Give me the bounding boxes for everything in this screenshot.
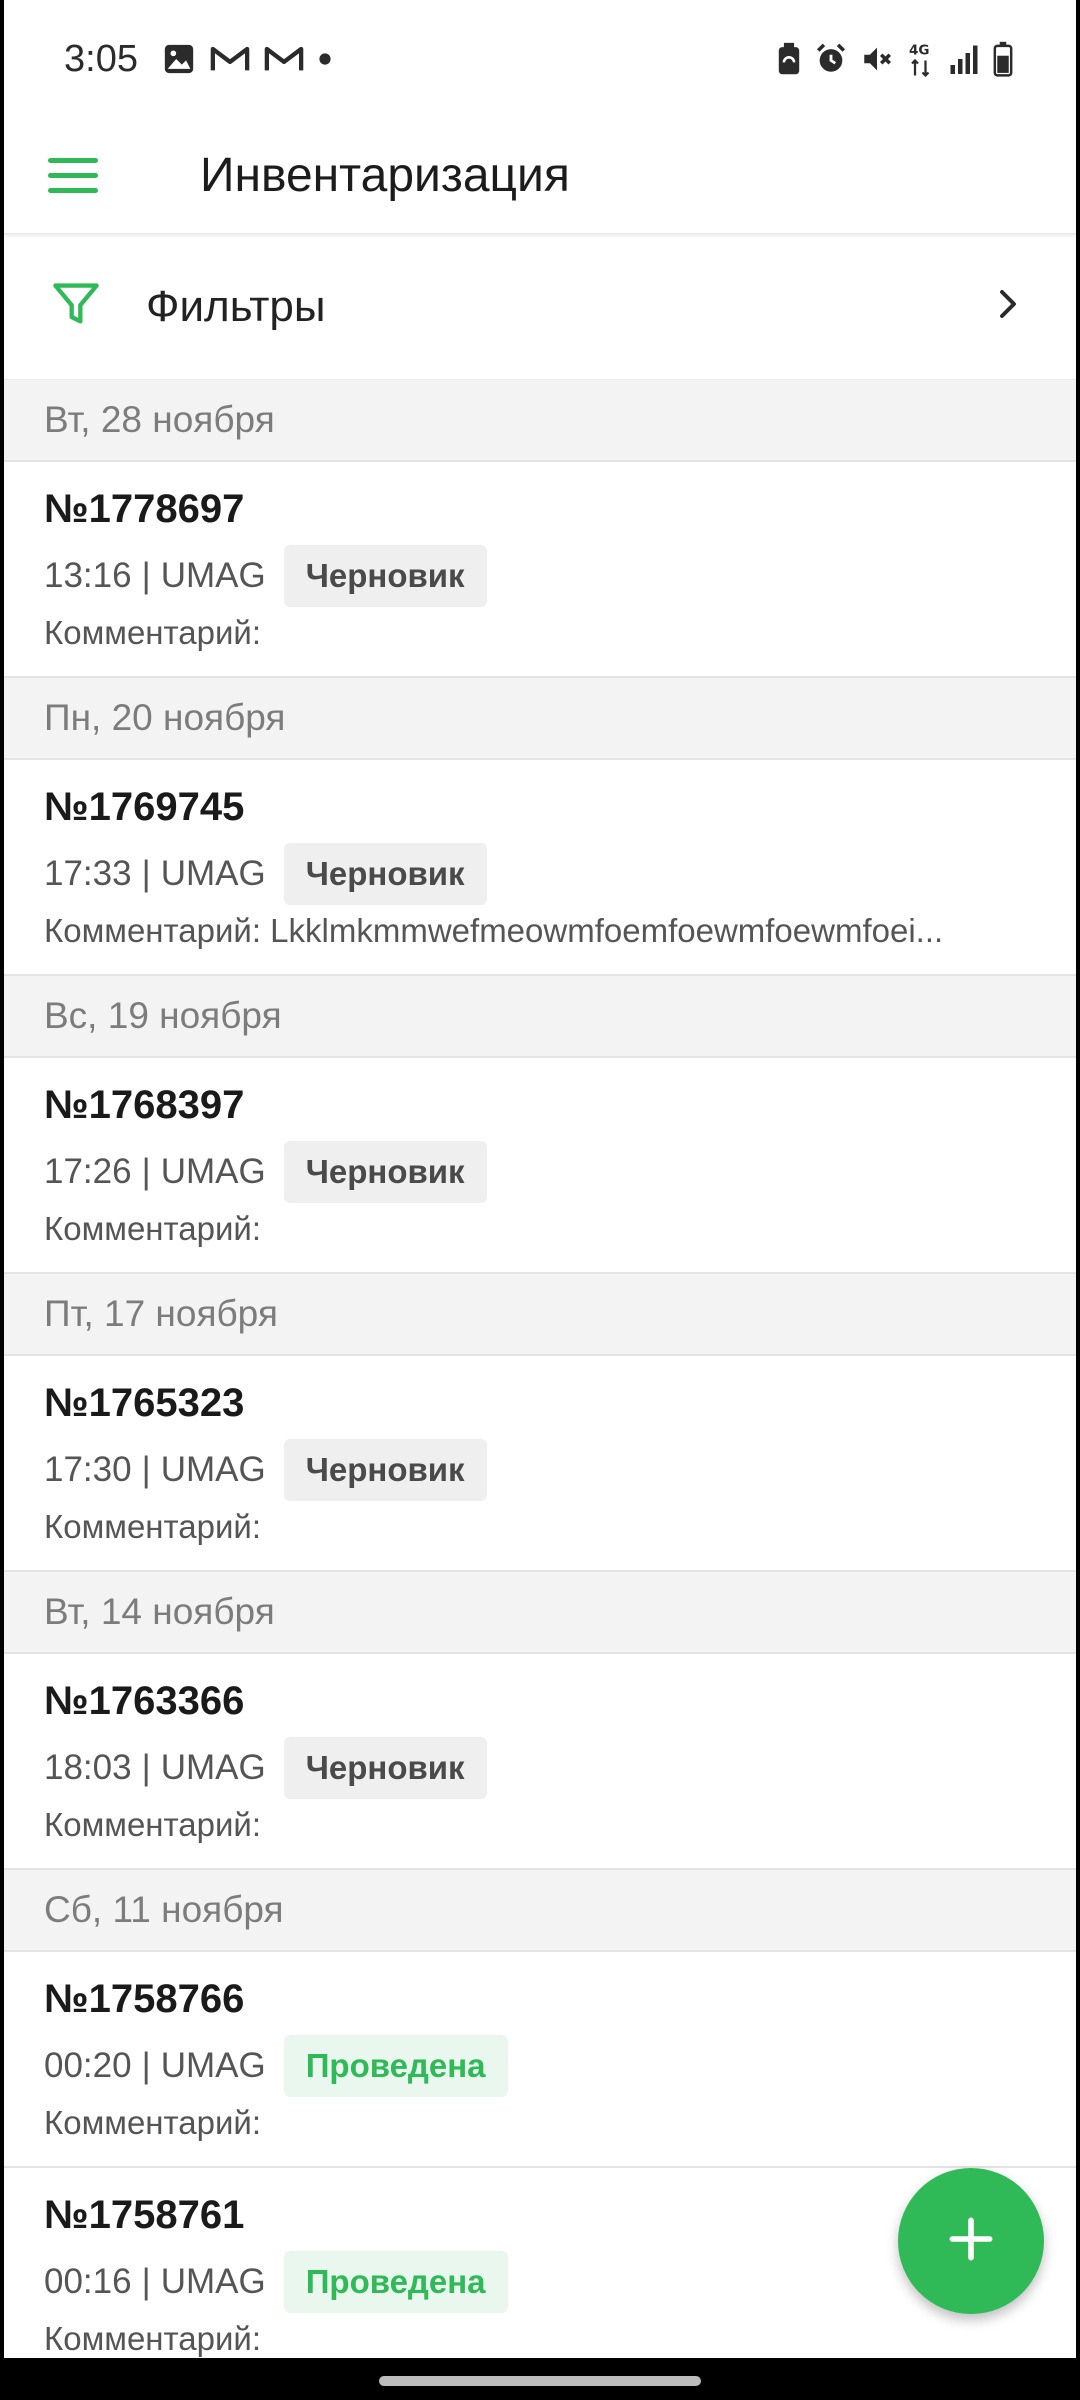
item-store: UMAG: [160, 854, 266, 893]
battery-saver-icon: [776, 42, 802, 76]
status-bar: 3:05 4G: [4, 0, 1076, 118]
item-number: №1758766: [44, 1977, 245, 2021]
item-meta: 17:26 | UMAG Черновик: [44, 1140, 1036, 1204]
item-comment: Комментарий:: [44, 1210, 262, 1247]
status-right: 4G: [764, 41, 1014, 77]
network-4g-icon: 4G: [906, 41, 936, 77]
battery-icon: [992, 41, 1014, 77]
item-comment: Комментарий:: [44, 2320, 262, 2357]
item-store: UMAG: [160, 2262, 266, 2301]
separator: |: [141, 2046, 151, 2085]
status-badge: Черновик: [283, 545, 487, 607]
status-badge: Черновик: [283, 1439, 487, 1501]
alarm-icon: [814, 42, 848, 76]
item-meta: 17:33 | UMAG Черновик: [44, 842, 1036, 906]
separator: |: [141, 556, 151, 595]
item-number: №1778697: [44, 487, 245, 531]
item-time: 00:16: [44, 2262, 132, 2301]
list-item[interactable]: №1763366 18:03 | UMAG Черновик Комментар…: [4, 1654, 1076, 1870]
chevron-right-icon: [990, 286, 1026, 327]
item-store: UMAG: [160, 1152, 266, 1191]
list-item[interactable]: №1778697 13:16 | UMAG Черновик Комментар…: [4, 462, 1076, 678]
item-comment: Комментарий: Lkklmkmmwefmeowmfoemfoewmfo…: [44, 912, 944, 949]
status-badge: Проведена: [283, 2251, 508, 2313]
item-meta: 13:16 | UMAG Черновик: [44, 544, 1036, 608]
item-meta: 00:16 | UMAG Проведена: [44, 2250, 1036, 2314]
plus-icon: [943, 2211, 999, 2272]
date-header: Вт, 28 ноября: [4, 380, 1076, 462]
item-store: UMAG: [160, 556, 266, 595]
list-item[interactable]: №1758766 00:20 | UMAG Проведена Коммента…: [4, 1952, 1076, 2168]
item-meta: 18:03 | UMAG Черновик: [44, 1736, 1036, 1800]
app-bar: Инвентаризация: [4, 118, 1076, 234]
item-number: №1768397: [44, 1083, 245, 1127]
separator: |: [141, 1152, 151, 1191]
item-time: 17:30: [44, 1450, 132, 1489]
page-title: Инвентаризация: [200, 149, 570, 202]
date-header: Пн, 20 ноября: [4, 678, 1076, 760]
item-time: 13:16: [44, 556, 132, 595]
separator: |: [141, 1748, 151, 1787]
svg-text:4G: 4G: [909, 43, 929, 59]
image-icon: [162, 42, 196, 76]
navigation-handle[interactable]: [379, 2376, 701, 2386]
notification-dot-icon: [318, 52, 332, 66]
list-item[interactable]: №1769745 17:33 | UMAG Черновик Комментар…: [4, 760, 1076, 976]
gmail-icon: [210, 44, 250, 74]
separator: |: [141, 2262, 151, 2301]
list-item[interactable]: №1765323 17:30 | UMAG Черновик Комментар…: [4, 1356, 1076, 1572]
status-badge: Проведена: [283, 2035, 508, 2097]
status-badge: Черновик: [283, 1737, 487, 1799]
filter-icon: [50, 278, 102, 335]
status-badge: Черновик: [283, 1141, 487, 1203]
item-time: 17:26: [44, 1152, 132, 1191]
app-screen: 3:05 4G Инвентаризация Фильтры Вт, 28 но…: [4, 0, 1076, 2358]
date-header: Вт, 14 ноября: [4, 1572, 1076, 1654]
add-inventory-button[interactable]: [898, 2168, 1044, 2314]
item-time: 00:20: [44, 2046, 132, 2085]
status-badge: Черновик: [283, 843, 487, 905]
item-comment: Комментарий:: [44, 1806, 262, 1843]
filters-label: Фильтры: [146, 281, 326, 331]
item-number: №1763366: [44, 1679, 245, 1723]
date-header: Вс, 19 ноября: [4, 976, 1076, 1058]
item-time: 17:33: [44, 854, 132, 893]
date-header: Сб, 11 ноября: [4, 1870, 1076, 1952]
item-comment: Комментарий:: [44, 1508, 262, 1545]
item-store: UMAG: [160, 1450, 266, 1489]
item-comment: Комментарий:: [44, 614, 262, 651]
gmail-icon: [264, 44, 304, 74]
item-time: 18:03: [44, 1748, 132, 1787]
menu-line: [48, 158, 98, 163]
menu-line: [48, 173, 98, 178]
hamburger-menu-icon[interactable]: [48, 146, 108, 206]
signal-icon: [948, 44, 980, 74]
status-time: 3:05: [64, 37, 138, 80]
item-meta: 17:30 | UMAG Черновик: [44, 1438, 1036, 1502]
inventory-list: Вт, 28 ноября №1778697 13:16 | UMAG Черн…: [4, 380, 1076, 2358]
filters-row[interactable]: Фильтры: [4, 234, 1076, 380]
item-number: №1765323: [44, 1381, 245, 1425]
mute-icon: [860, 42, 894, 76]
separator: |: [141, 854, 151, 893]
item-store: UMAG: [160, 1748, 266, 1787]
separator: |: [141, 1450, 151, 1489]
menu-line: [48, 188, 98, 193]
item-comment: Комментарий:: [44, 2104, 262, 2141]
item-meta: 00:20 | UMAG Проведена: [44, 2034, 1036, 2098]
date-header: Пт, 17 ноября: [4, 1274, 1076, 1356]
item-number: №1758761: [44, 2193, 245, 2237]
status-left: 3:05: [64, 38, 346, 81]
list-item[interactable]: №1768397 17:26 | UMAG Черновик Комментар…: [4, 1058, 1076, 1274]
item-number: №1769745: [44, 785, 245, 829]
item-store: UMAG: [160, 2046, 266, 2085]
